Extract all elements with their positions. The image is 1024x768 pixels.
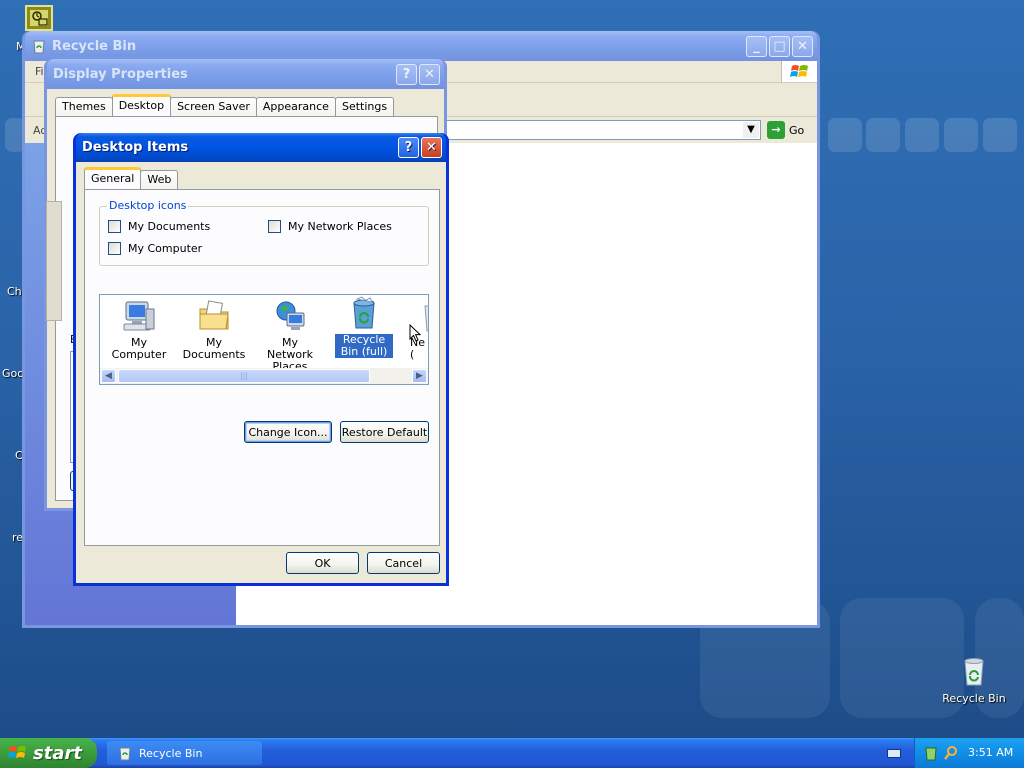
help-icon: ? bbox=[402, 66, 411, 82]
minimize-icon: _ bbox=[753, 38, 760, 54]
close-button[interactable]: ✕ bbox=[421, 137, 442, 158]
desktop-decoration bbox=[828, 118, 862, 152]
chevron-left-icon: ◀ bbox=[105, 371, 112, 381]
desktop-decoration bbox=[905, 118, 939, 152]
system-tray: 3:51 AM bbox=[914, 738, 1024, 768]
scroll-thumb[interactable]: ||| bbox=[118, 369, 370, 383]
desktop-items-titlebar[interactable]: Desktop Items ? ✕ bbox=[76, 133, 446, 162]
icon-list[interactable]: My Computer My Documents My Network Plac… bbox=[99, 294, 429, 385]
recycle-bin-titlebar[interactable]: Recycle Bin _ □ ✕ bbox=[25, 31, 817, 61]
display-properties-tabs: Themes Desktop Screen Saver Appearance S… bbox=[55, 94, 395, 116]
close-icon: ✕ bbox=[424, 66, 435, 82]
icon-label: Recycle Bin (full) bbox=[335, 334, 393, 358]
close-icon: ✕ bbox=[426, 140, 437, 155]
recycle-bin-small-icon bbox=[119, 747, 131, 761]
checkbox-box[interactable] bbox=[268, 220, 281, 233]
maximize-button[interactable]: □ bbox=[769, 35, 790, 57]
go-arrow-icon: → bbox=[767, 121, 785, 139]
windows-flag-icon bbox=[8, 746, 26, 758]
monitor-preview bbox=[46, 201, 62, 321]
icon-label: My Computer bbox=[111, 336, 167, 361]
general-panel: Desktop icons My Documents My Network Pl… bbox=[84, 189, 440, 546]
desktop-items-tabs: General Web bbox=[84, 167, 179, 189]
start-label: start bbox=[33, 742, 82, 764]
checkbox-my-computer[interactable]: My Computer bbox=[108, 242, 202, 255]
icon-item-my-documents[interactable]: My Documents bbox=[176, 299, 252, 361]
tab-web[interactable]: Web bbox=[140, 170, 179, 189]
address-input[interactable]: ▼ bbox=[445, 120, 761, 140]
icon-item-recycle-bin-full[interactable]: Recycle Bin (full) bbox=[333, 296, 395, 358]
start-button[interactable]: start bbox=[0, 738, 97, 768]
help-icon: ? bbox=[404, 140, 413, 155]
desktop-recycle-bin-label: Recycle Bin bbox=[942, 692, 1006, 705]
taskbar-item-label: Recycle Bin bbox=[139, 746, 203, 760]
minimize-button[interactable]: _ bbox=[746, 35, 767, 57]
checkbox-my-network-places[interactable]: My Network Places bbox=[268, 220, 392, 233]
tab-general[interactable]: General bbox=[84, 167, 142, 189]
search-icon[interactable] bbox=[943, 745, 959, 761]
chevron-right-icon: ▶ bbox=[416, 371, 423, 381]
tab-appearance[interactable]: Appearance bbox=[255, 97, 336, 116]
display-properties-title: Display Properties bbox=[53, 66, 188, 82]
close-button[interactable]: ✕ bbox=[792, 35, 813, 57]
my-computer-icon bbox=[123, 301, 155, 331]
desktop-decoration bbox=[944, 118, 978, 152]
change-icon-button[interactable]: Change Icon... bbox=[244, 421, 332, 443]
chevron-down-icon: ▼ bbox=[747, 124, 755, 135]
scroll-left-button[interactable]: ◀ bbox=[101, 369, 116, 383]
help-button[interactable]: ? bbox=[398, 137, 419, 158]
checkbox-my-documents[interactable]: My Documents bbox=[108, 220, 210, 233]
display-properties-titlebar[interactable]: Display Properties ? ✕ bbox=[47, 59, 444, 89]
icon-list-scrollbar[interactable]: ◀ ||| ▶ bbox=[100, 368, 428, 384]
network-places-icon bbox=[276, 301, 305, 330]
close-icon: ✕ bbox=[797, 38, 808, 54]
checkbox-label: My Network Places bbox=[288, 220, 392, 233]
maximize-icon: □ bbox=[773, 38, 786, 54]
my-documents-icon bbox=[199, 300, 229, 330]
go-button[interactable]: → Go bbox=[767, 121, 804, 139]
checkbox-label: My Documents bbox=[128, 220, 211, 233]
desktop-label[interactable]: Goo bbox=[2, 367, 24, 380]
tab-screen-saver[interactable]: Screen Saver bbox=[170, 97, 257, 116]
grip-icon: ||| bbox=[239, 371, 249, 380]
taskbar: start Recycle Bin 3:51 AM bbox=[0, 738, 1024, 768]
icon-item-my-network-places[interactable]: My Network Places bbox=[255, 299, 325, 373]
tab-themes[interactable]: Themes bbox=[55, 97, 113, 116]
desktop-items-dialog[interactable]: Desktop Items ? ✕ General Web Desktop ic… bbox=[73, 133, 449, 586]
icon-item-my-computer[interactable]: My Computer bbox=[104, 299, 174, 361]
checkbox-box[interactable] bbox=[108, 220, 121, 233]
tab-desktop[interactable]: Desktop bbox=[111, 94, 172, 116]
desktop-recycle-bin[interactable]: Recycle Bin bbox=[940, 655, 1008, 711]
tab-settings[interactable]: Settings bbox=[334, 97, 395, 116]
desktop-items-client: General Web Desktop icons My Documents M… bbox=[76, 162, 446, 583]
recycle-bin-small-icon bbox=[33, 40, 45, 54]
checkbox-label: My Computer bbox=[128, 242, 203, 255]
menu-file[interactable]: Fi bbox=[35, 65, 44, 78]
recycle-bin-title: Recycle Bin bbox=[52, 38, 137, 54]
checkbox-box[interactable] bbox=[108, 242, 121, 255]
keyboard-icon[interactable] bbox=[887, 749, 901, 758]
restore-default-button[interactable]: Restore Default bbox=[340, 421, 429, 443]
help-button[interactable]: ? bbox=[396, 63, 417, 85]
recycle-bin-full-icon bbox=[353, 296, 375, 329]
recycle-tray-icon[interactable] bbox=[923, 745, 939, 761]
desktop-icons-group: Desktop icons My Documents My Network Pl… bbox=[99, 199, 429, 266]
icon-label: My Documents bbox=[182, 336, 246, 361]
close-button[interactable]: ✕ bbox=[419, 63, 440, 85]
mouse-cursor-icon bbox=[409, 324, 422, 342]
recycle-bin-icon bbox=[964, 658, 984, 686]
cancel-button[interactable]: Cancel bbox=[367, 552, 440, 574]
scroll-right-button[interactable]: ▶ bbox=[412, 369, 427, 383]
desktop-icons-group-title: Desktop icons bbox=[107, 199, 189, 212]
desktop-shortcut-icon[interactable] bbox=[25, 5, 53, 31]
desktop-items-title: Desktop Items bbox=[82, 140, 189, 155]
address-dropdown-button[interactable]: ▼ bbox=[743, 122, 759, 138]
go-label: Go bbox=[789, 123, 805, 137]
clock[interactable]: 3:51 AM bbox=[968, 746, 1013, 759]
taskbar-item-recycle-bin[interactable]: Recycle Bin bbox=[107, 741, 262, 765]
desktop-decoration bbox=[983, 118, 1017, 152]
windows-logo-icon bbox=[781, 61, 817, 82]
ok-button[interactable]: OK bbox=[286, 552, 359, 574]
desktop-decoration bbox=[866, 118, 900, 152]
